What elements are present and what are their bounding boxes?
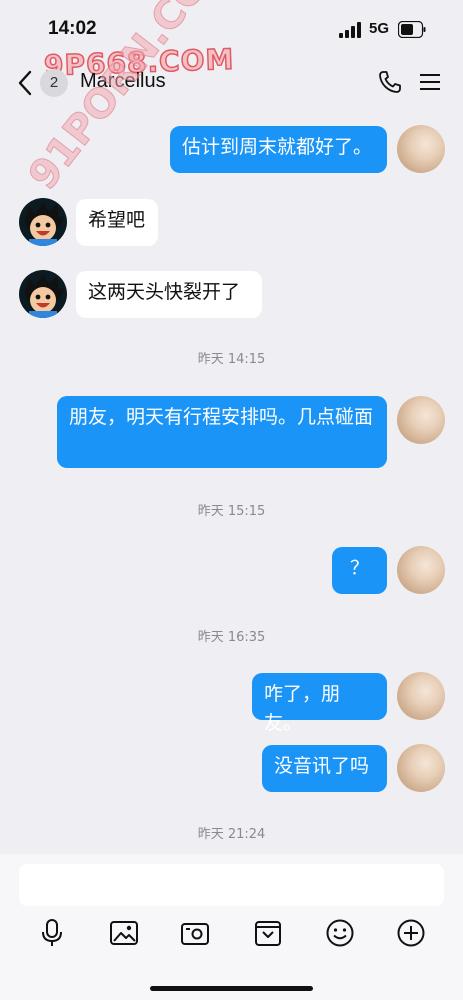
- message-bubble-outgoing[interactable]: 咋了，朋友。: [252, 673, 387, 734]
- message-bubble-incoming[interactable]: 这两天头快裂开了: [76, 271, 262, 318]
- contact-avatar[interactable]: [19, 270, 67, 318]
- message-bubble-incoming[interactable]: 希望吧: [76, 199, 158, 246]
- network-type: 5G: [369, 20, 390, 37]
- status-time: 14:02: [48, 18, 97, 39]
- message-bubble-outgoing[interactable]: 没音讯了吗: [262, 745, 387, 792]
- phone-icon[interactable]: [377, 69, 403, 95]
- unread-count-badge[interactable]: 2: [40, 69, 68, 97]
- cartoon-face-icon: [25, 202, 65, 246]
- my-avatar[interactable]: [397, 672, 445, 720]
- my-avatar[interactable]: [397, 546, 445, 594]
- gift-icon[interactable]: [253, 918, 283, 948]
- my-avatar[interactable]: [397, 396, 445, 444]
- contact-name[interactable]: Marcellus: [80, 70, 166, 93]
- my-avatar[interactable]: [397, 125, 445, 173]
- emoji-icon[interactable]: [325, 918, 355, 948]
- chat-header: 2 Marcellus: [0, 60, 463, 110]
- home-indicator[interactable]: [150, 986, 313, 991]
- message-bubble-outgoing[interactable]: 估计到周末就都好了。: [170, 126, 387, 173]
- plus-icon[interactable]: [396, 918, 426, 948]
- menu-icon[interactable]: [419, 71, 441, 93]
- contact-avatar[interactable]: [19, 198, 67, 246]
- timestamp: 昨天 15:15: [197, 504, 266, 519]
- message-bubble-outgoing[interactable]: ？: [332, 547, 387, 594]
- message-bubble-outgoing[interactable]: 朋友，明天有行程安排吗。几点碰面: [57, 396, 387, 468]
- image-icon[interactable]: [109, 918, 139, 948]
- camera-icon[interactable]: [180, 918, 210, 948]
- cartoon-face-icon: [25, 274, 65, 318]
- back-arrow-icon[interactable]: [14, 68, 38, 98]
- microphone-icon[interactable]: [37, 918, 67, 948]
- timestamp: 昨天 14:15: [197, 352, 266, 367]
- my-avatar[interactable]: [397, 744, 445, 792]
- battery-icon: [398, 21, 426, 38]
- signal-icon: [339, 22, 361, 38]
- timestamp: 昨天 21:24: [197, 827, 266, 842]
- composer: [0, 854, 463, 1000]
- timestamp: 昨天 16:35: [197, 630, 266, 645]
- message-input[interactable]: [19, 864, 444, 906]
